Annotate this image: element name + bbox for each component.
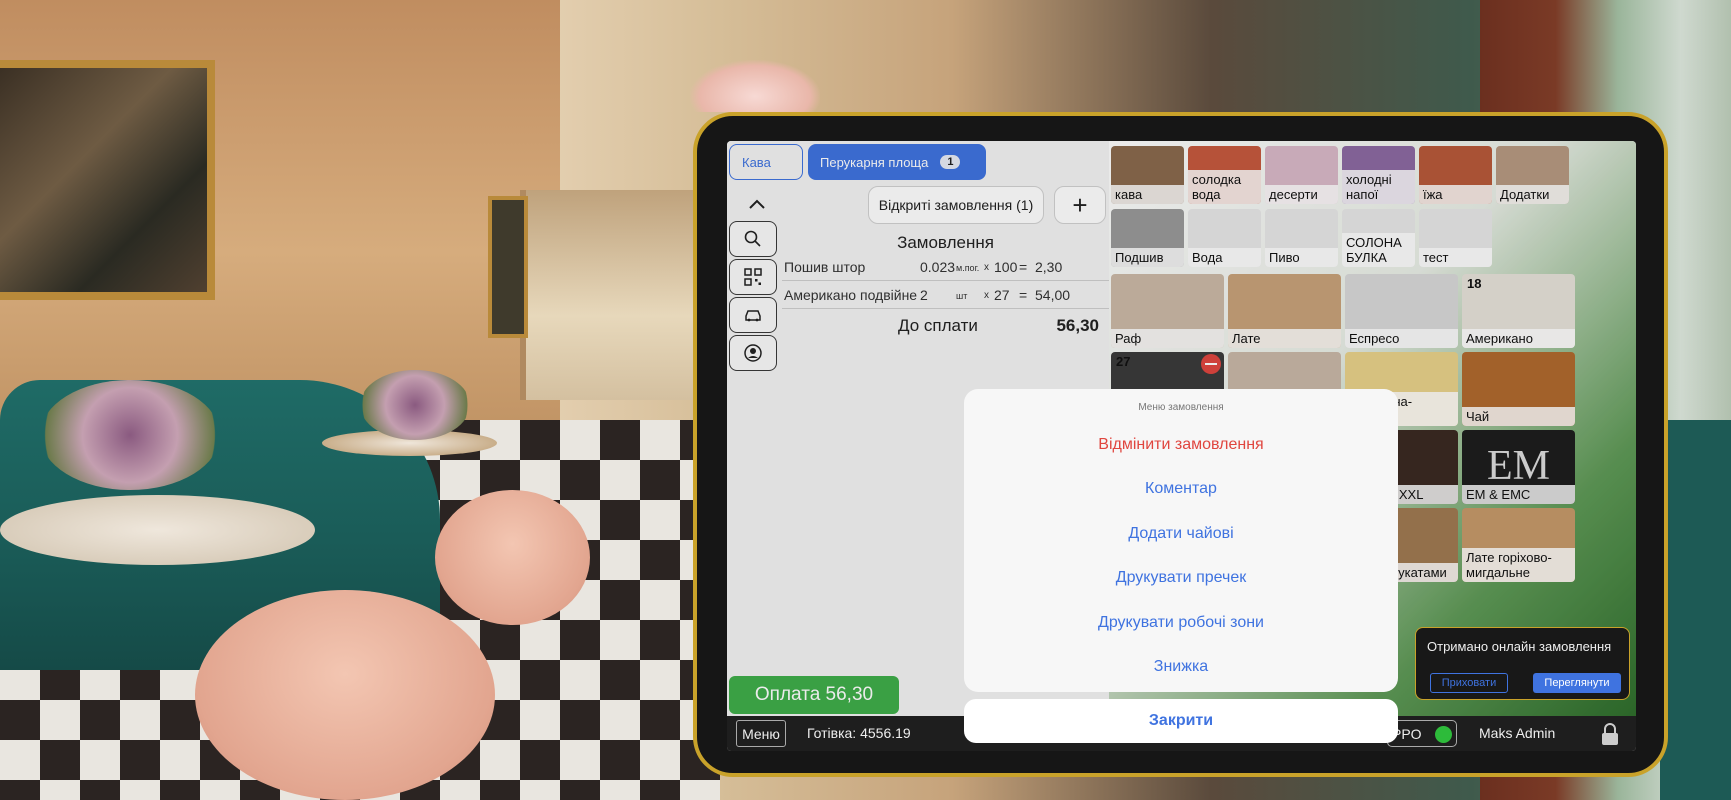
lock-icon[interactable] xyxy=(1599,722,1621,746)
add-tips-button[interactable]: Додати чайові xyxy=(964,525,1398,543)
background-chandelier xyxy=(690,60,820,112)
toast-text: Отримано онлайн замовлення xyxy=(1427,639,1612,654)
background-flowers xyxy=(40,380,220,490)
cash-balance: Готівка: 4556.19 xyxy=(807,725,911,741)
user-name[interactable]: Maks Admin xyxy=(1479,725,1555,741)
status-dot-icon xyxy=(1435,726,1452,743)
order-menu-sheet: Меню замовлення Відмінити замовлення Ком… xyxy=(964,389,1398,692)
toast-view-button[interactable]: Переглянути xyxy=(1533,673,1621,693)
background-corridor xyxy=(520,190,700,400)
online-order-toast: Отримано онлайн замовлення Приховати Пер… xyxy=(1415,627,1630,700)
toast-hide-button[interactable]: Приховати xyxy=(1430,673,1508,693)
background-stool-large xyxy=(195,590,495,800)
background-sofa-right xyxy=(1660,420,1731,800)
print-precheck-button[interactable]: Друкувати пречек xyxy=(964,569,1398,587)
discount-button[interactable]: Знижка xyxy=(964,658,1398,676)
menu-button[interactable]: Меню xyxy=(736,720,786,747)
sheet-title: Меню замовлення xyxy=(1138,402,1224,413)
background-flowers-small xyxy=(360,370,470,440)
print-work-zones-button[interactable]: Друкувати робочі зони xyxy=(964,614,1398,632)
background-painting xyxy=(0,60,215,300)
background-table xyxy=(0,495,315,565)
background-stool xyxy=(435,490,590,625)
background-painting-small xyxy=(488,196,528,338)
close-sheet-button[interactable]: Закрити xyxy=(964,699,1398,743)
comment-button[interactable]: Коментар xyxy=(964,480,1398,498)
cancel-order-button[interactable]: Відмінити замовлення xyxy=(964,436,1398,454)
